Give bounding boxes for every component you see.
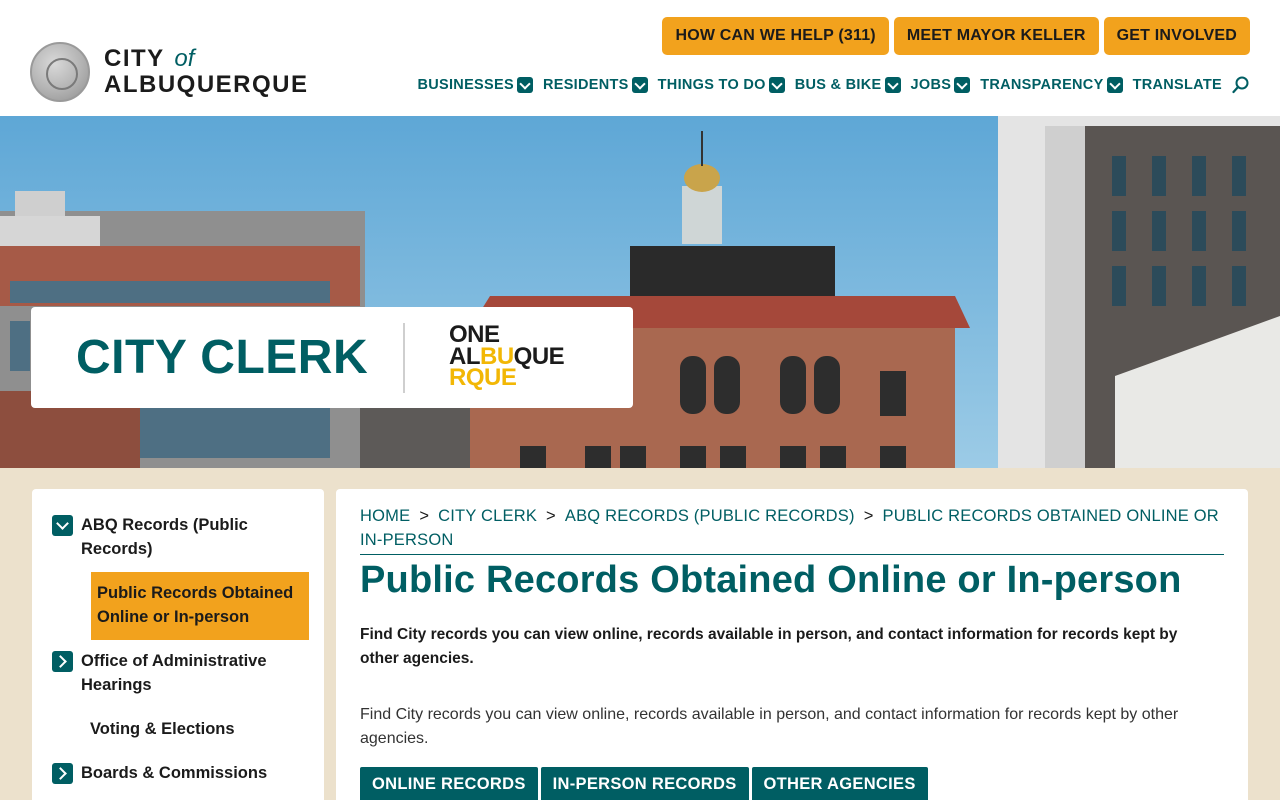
nav-label: BUSINESSES [417, 77, 514, 93]
site-header: CITY of ALBUQUERQUE HOW CAN WE HELP (311… [0, 0, 1280, 116]
sidebar-item-administrative-hearings[interactable]: Office of Administrative Hearings [52, 651, 281, 697]
sidebar-item-active[interactable]: Public Records Obtained Online or In-per… [91, 572, 309, 640]
get-involved-button[interactable]: GET INVOLVED [1103, 17, 1250, 55]
nav-translate[interactable]: TRANSLATE [1133, 77, 1222, 93]
sidebar-item-boards[interactable]: Boards & Commissions [52, 763, 267, 785]
nav-label: RESIDENTS [542, 77, 629, 93]
nav-label: THINGS TO DO [657, 77, 766, 93]
nav-label: TRANSPARENCY [980, 77, 1104, 93]
page-body-text: Find City records you can view online, r… [360, 706, 1179, 747]
how-can-we-help-button[interactable]: HOW CAN WE HELP (311) [662, 17, 889, 55]
tab-online-records[interactable]: ONLINE RECORDS [360, 767, 538, 800]
nav-bus-bike[interactable]: BUS & BIKE [795, 77, 901, 93]
nav-label: JOBS [910, 77, 952, 93]
sidebar-item-label[interactable]: Voting & Elections [90, 717, 235, 741]
nav-label: TRANSLATE [1132, 77, 1222, 93]
nav-transparency[interactable]: TRANSPARENCY [980, 77, 1123, 93]
logo-city: CITY [104, 45, 165, 72]
utility-buttons: HOW CAN WE HELP (311) MEET MAYOR KELLER … [662, 17, 1250, 55]
city-logo[interactable]: CITY of ALBUQUERQUE [30, 42, 309, 102]
chevron-down-icon[interactable] [631, 77, 648, 93]
nav-things-to-do[interactable]: THINGS TO DO [658, 77, 785, 93]
search-icon[interactable] [1232, 76, 1250, 94]
city-seal-icon [30, 42, 90, 102]
logo-albuquerque: ALBUQUERQUE [104, 71, 309, 98]
breadcrumb-abq-records[interactable]: ABQ RECORDS (PUBLIC RECORDS) [565, 507, 855, 525]
hero-divider [403, 323, 405, 393]
chevron-down-icon[interactable] [516, 77, 533, 93]
chevron-right-icon[interactable] [52, 763, 73, 784]
breadcrumb-home[interactable]: HOME [360, 507, 410, 525]
one-albuquerque-logo: ONE ALBUQUE RQUE [449, 323, 565, 392]
hero-banner: CITY CLERK ONE ALBUQUE RQUE [0, 116, 1280, 468]
breadcrumb-separator: > [863, 507, 874, 525]
breadcrumb-city-clerk[interactable]: CITY CLERK [438, 507, 537, 525]
main-content: HOME > CITY CLERK > ABQ RECORDS (PUBLIC RECO… [336, 489, 1248, 800]
sidebar-item-label[interactable]: Boards & Commissions [81, 761, 267, 785]
chevron-down-icon[interactable] [52, 515, 73, 536]
main-nav: BUSINESSES RESIDENTS THINGS TO DO BUS & … [407, 76, 1250, 94]
nav-businesses[interactable]: BUSINESSES [417, 77, 533, 93]
breadcrumb-divider [360, 554, 1224, 555]
breadcrumb-separator: > [546, 507, 556, 525]
chevron-down-icon[interactable] [954, 77, 971, 93]
page-summary: Find City records you can view online, r… [360, 626, 1178, 667]
nav-residents[interactable]: RESIDENTS [543, 77, 648, 93]
breadcrumb: HOME > CITY CLERK > ABQ RECORDS (PUBLIC RECO… [360, 504, 1220, 552]
hero-cityscape-image [0, 116, 1280, 468]
chevron-right-icon[interactable] [52, 651, 73, 672]
hero-title: CITY CLERK [76, 331, 369, 384]
one-abq-line2c: QUE [513, 342, 565, 370]
hero-title-card: CITY CLERK ONE ALBUQUE RQUE [31, 307, 633, 408]
sidebar-item-label[interactable]: ABQ Records (Public Records) [81, 513, 271, 561]
breadcrumb-separator: > [419, 507, 430, 525]
chevron-down-icon[interactable] [884, 77, 901, 93]
tab-other-agencies[interactable]: OTHER AGENCIES [751, 767, 928, 800]
meet-mayor-button[interactable]: MEET MAYOR KELLER [893, 17, 1099, 55]
sidebar-item-abq-records[interactable]: ABQ Records (Public Records) [52, 515, 271, 561]
section-sidebar: ABQ Records (Public Records) Public Reco… [32, 489, 324, 800]
sidebar-item-voting[interactable]: Voting & Elections [82, 719, 235, 741]
one-abq-line3: RQUE [449, 364, 517, 392]
page-title: Public Records Obtained Online or In-per… [360, 559, 1182, 601]
sidebar-item-label[interactable]: Office of Administrative Hearings [81, 649, 281, 697]
records-tabs: ONLINE RECORDS IN-PERSON RECORDS OTHER A… [360, 767, 928, 800]
chevron-down-icon[interactable] [1106, 77, 1123, 93]
tab-in-person-records[interactable]: IN-PERSON RECORDS [540, 767, 749, 800]
chevron-down-icon[interactable] [768, 77, 785, 93]
logo-wordmark: CITY of ALBUQUERQUE [104, 47, 309, 97]
nav-jobs[interactable]: JOBS [911, 77, 971, 93]
nav-label: BUS & BIKE [794, 77, 882, 93]
logo-of: of [174, 45, 195, 72]
